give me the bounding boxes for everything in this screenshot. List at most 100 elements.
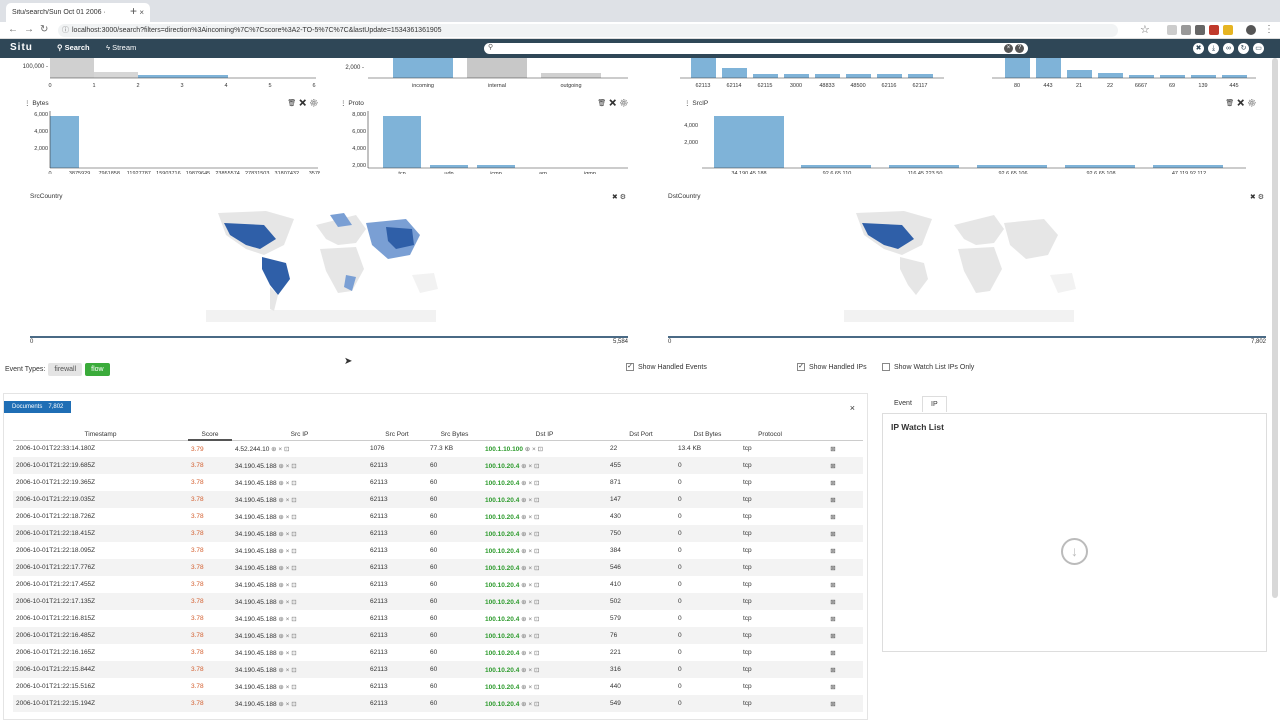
- region-south-america[interactable]: [900, 257, 928, 295]
- ip-action-icons[interactable]: ⊕ × ⊡: [519, 480, 539, 487]
- expand-icon[interactable]: ⊞: [800, 695, 863, 712]
- column-header[interactable]: Protocol: [740, 429, 800, 441]
- logo[interactable]: Situ: [10, 42, 33, 53]
- download-icon[interactable]: ⤓: [1208, 43, 1219, 54]
- trash-icon[interactable]: 🗑: [1225, 100, 1236, 107]
- world-map[interactable]: [844, 205, 1104, 325]
- refresh-icon[interactable]: ↻: [1238, 43, 1249, 54]
- bookmark-star-icon[interactable]: ☆: [1140, 23, 1150, 36]
- table-row[interactable]: 2006-10-01T21:22:19.035Z 3.78 34.190.45.18…: [13, 491, 863, 508]
- ip-action-icons[interactable]: ⊕ × ⊡: [277, 633, 296, 640]
- expand-icon[interactable]: ⊞: [800, 593, 863, 610]
- bar[interactable]: [1160, 75, 1185, 78]
- reload-icon[interactable]: ↻: [40, 24, 48, 35]
- table-row[interactable]: 2006-10-01T21:22:16.165Z 3.78 34.190.45.18…: [13, 644, 863, 661]
- expand-icon[interactable]: ⊞: [800, 508, 863, 525]
- ip-action-icons[interactable]: ⊕ × ⊡: [519, 599, 539, 606]
- back-icon[interactable]: ←: [8, 24, 18, 35]
- ip-action-icons[interactable]: ⊕ × ⊡: [519, 514, 539, 521]
- region-brazil[interactable]: [262, 257, 290, 295]
- ip-action-icons[interactable]: ⊕ × ⊡: [519, 633, 539, 640]
- tab-ip[interactable]: IP: [922, 396, 947, 412]
- bar[interactable]: [467, 58, 527, 78]
- page-scrollbar[interactable]: [1272, 58, 1278, 598]
- table-row[interactable]: 2006-10-01T21:22:15.194Z 3.78 34.190.45.18…: [13, 695, 863, 712]
- bar[interactable]: [138, 75, 228, 78]
- expand-icon[interactable]: ⊞: [800, 576, 863, 593]
- table-row[interactable]: 2006-10-01T21:22:17.776Z 3.78 34.190.45.18…: [13, 559, 863, 576]
- help-icon[interactable]: ?: [1015, 44, 1024, 53]
- ip-action-icons[interactable]: ⊕ × ⊡: [277, 463, 296, 470]
- bar[interactable]: [1222, 75, 1247, 78]
- new-tab-icon[interactable]: +: [130, 4, 137, 18]
- expand-icon[interactable]: ⊞: [800, 610, 863, 627]
- gear-icon[interactable]: ⚙: [309, 100, 320, 107]
- bar[interactable]: [877, 74, 902, 78]
- expand-icon[interactable]: ⊞: [800, 474, 863, 491]
- tab-event[interactable]: Event: [886, 396, 920, 411]
- url-field[interactable]: ⓘ localhost:3000/search?filters=directio…: [58, 24, 1118, 37]
- table-row[interactable]: 2006-10-01T21:22:18.726Z 3.78 34.190.45.18…: [13, 508, 863, 525]
- ip-action-icons[interactable]: ⊕ × ⊡: [277, 548, 296, 555]
- region-asia[interactable]: [1004, 219, 1058, 259]
- expand-icon[interactable]: ⊞: [800, 644, 863, 661]
- column-header[interactable]: Dst IP: [482, 429, 607, 441]
- ip-action-icons[interactable]: ⊕ × ⊡: [277, 582, 296, 589]
- trash-icon[interactable]: 🗑: [597, 100, 608, 107]
- table-row[interactable]: 2006-10-01T21:22:16.485Z 3.78 34.190.45.18…: [13, 627, 863, 644]
- region-europe[interactable]: [954, 215, 1004, 245]
- world-map[interactable]: [206, 205, 466, 325]
- nav-search[interactable]: ⚲ Search: [57, 43, 90, 52]
- expand-icon[interactable]: ⊞: [800, 678, 863, 695]
- download-icon[interactable]: ↓: [1061, 538, 1088, 565]
- menu-dots-icon[interactable]: ⋮: [1264, 24, 1274, 35]
- close-icon[interactable]: ✖: [608, 100, 619, 107]
- table-row[interactable]: 2006-10-01T21:22:16.815Z 3.78 34.190.45.18…: [13, 610, 863, 627]
- table-row[interactable]: 2006-10-01T21:22:19.685Z 3.78 34.190.45.18…: [13, 457, 863, 474]
- bar[interactable]: [846, 74, 871, 78]
- column-header[interactable]: Score: [188, 429, 232, 441]
- ip-action-icons[interactable]: ⊕ × ⊡: [277, 514, 296, 521]
- show-handled-ips-checkbox[interactable]: ✓ Show Handled IPs: [797, 363, 867, 371]
- column-header[interactable]: Dst Port: [607, 429, 675, 441]
- bar[interactable]: [477, 165, 515, 168]
- show-watch-list-checkbox[interactable]: Show Watch List IPs Only: [882, 363, 974, 371]
- ip-action-icons[interactable]: ⊕ × ⊡: [519, 531, 539, 538]
- bar[interactable]: [722, 68, 747, 78]
- expand-icon[interactable]: ⊞: [800, 627, 863, 644]
- gear-icon[interactable]: ⚙: [620, 194, 628, 201]
- expand-icon[interactable]: ⊞: [800, 661, 863, 678]
- ip-action-icons[interactable]: ⊕ × ⊡: [269, 446, 289, 453]
- clear-query-icon[interactable]: ×: [1004, 44, 1013, 53]
- tab-close-icon[interactable]: ×: [139, 8, 144, 17]
- close-icon[interactable]: ×: [850, 403, 855, 413]
- expand-icon[interactable]: ⊞: [800, 440, 863, 457]
- table-row[interactable]: 2006-10-01T22:33:14.180Z 3.79 4.52.244.10 …: [13, 440, 863, 457]
- forward-icon[interactable]: →: [24, 24, 34, 35]
- bar[interactable]: [784, 74, 809, 78]
- ip-action-icons[interactable]: ⊕ × ⊡: [519, 565, 539, 572]
- bar[interactable]: [430, 165, 468, 168]
- table-row[interactable]: 2006-10-01T21:22:17.135Z 3.78 34.190.45.18…: [13, 593, 863, 610]
- bar[interactable]: [815, 74, 840, 78]
- bar[interactable]: [889, 165, 959, 168]
- trash-icon[interactable]: 🗑: [287, 100, 298, 107]
- ip-action-icons[interactable]: ⊕ × ⊡: [519, 667, 539, 674]
- bar[interactable]: [50, 58, 94, 78]
- bar[interactable]: [753, 74, 778, 78]
- ip-action-icons[interactable]: ⊕ × ⊡: [519, 684, 539, 691]
- close-icon[interactable]: ✖: [612, 194, 620, 201]
- extension-icon[interactable]: [1181, 25, 1191, 35]
- table-row[interactable]: 2006-10-01T21:22:15.844Z 3.78 34.190.45.18…: [13, 661, 863, 678]
- close-icon[interactable]: ✖: [298, 100, 309, 107]
- extension-icon[interactable]: [1167, 25, 1177, 35]
- expand-icon[interactable]: ⊞: [800, 491, 863, 508]
- ip-action-icons[interactable]: ⊕ × ⊡: [277, 701, 296, 708]
- region-africa[interactable]: [958, 247, 1002, 293]
- flow-toggle[interactable]: flow: [85, 363, 110, 376]
- ip-action-icons[interactable]: ⊕ × ⊡: [277, 616, 296, 623]
- ip-action-icons[interactable]: ⊕ × ⊡: [277, 650, 296, 657]
- ip-action-icons[interactable]: ⊕ × ⊡: [277, 497, 296, 504]
- bar[interactable]: [1036, 58, 1061, 78]
- nav-stream[interactable]: ϟ Stream: [106, 43, 136, 52]
